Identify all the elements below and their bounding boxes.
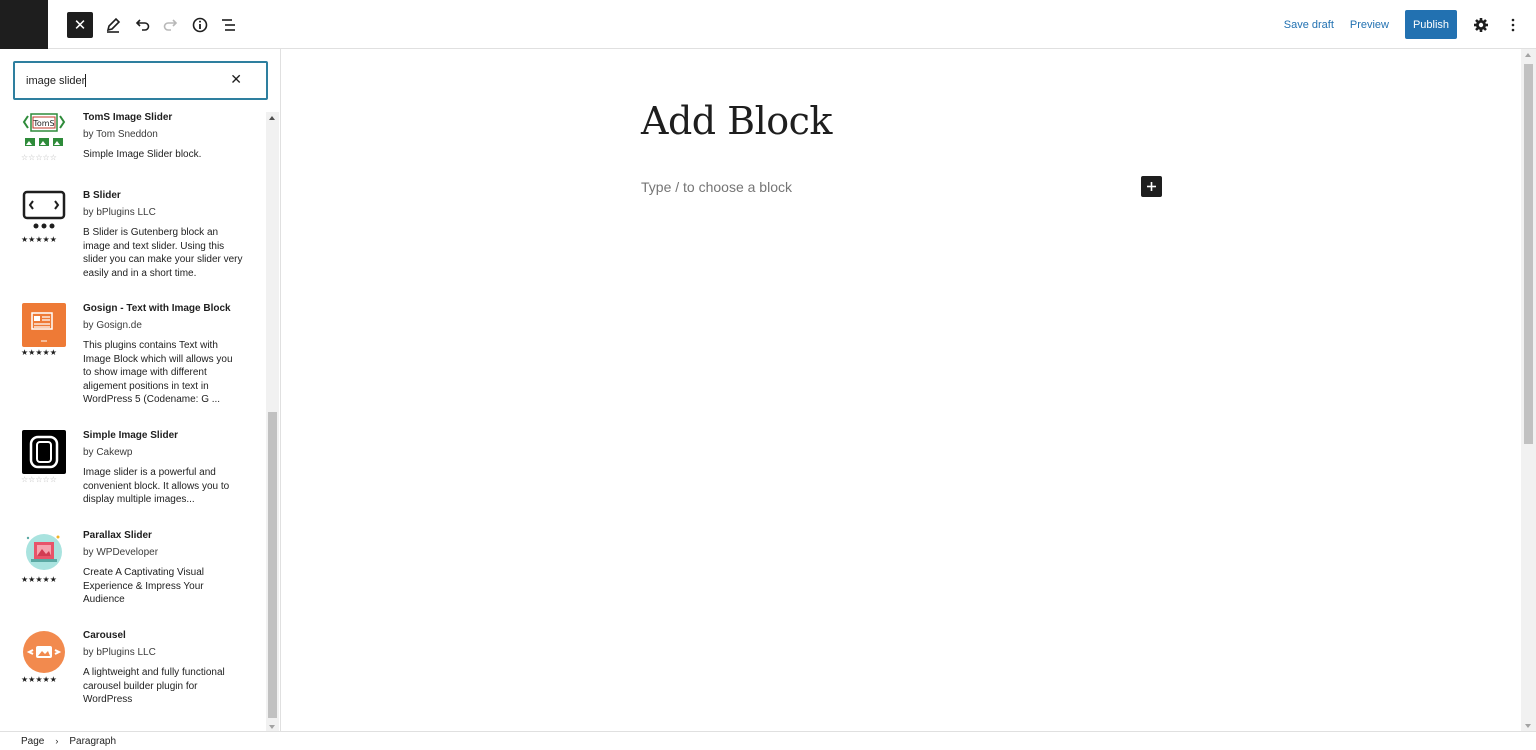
redo-button[interactable] [158, 12, 184, 38]
toms-slider-icon: TomS [22, 112, 66, 156]
block-placeholder[interactable]: Type / to choose a block [641, 179, 792, 195]
close-icon: ✕ [73, 17, 87, 34]
block-title: Gosign - Text with Image Block [83, 303, 231, 314]
chevron-right-icon: › [55, 736, 59, 746]
editor-canvas: Add Block Type / to choose a block [282, 49, 1522, 731]
results-scrollbar[interactable] [266, 112, 279, 731]
block-description: Simple Image Slider block. [83, 149, 202, 160]
scroll-down-arrow[interactable] [269, 725, 275, 729]
block-title: Simple Image Slider [83, 430, 179, 441]
svg-text:TomS: TomS [32, 119, 54, 128]
scroll-up-arrow[interactable] [1525, 53, 1531, 57]
text-caret [85, 74, 87, 87]
options-menu-button[interactable] [1501, 13, 1525, 37]
block-inserter-panel: image slider ✕ TomS ☆☆☆☆☆ TomS Image Sli… [0, 49, 281, 731]
clear-search-icon[interactable]: ✕ [230, 71, 242, 88]
block-search-input[interactable]: image slider [26, 75, 85, 87]
rating-stars: ☆☆☆☆☆ [21, 153, 57, 162]
scroll-down-arrow[interactable] [1525, 724, 1531, 728]
list-view-button[interactable] [216, 12, 242, 38]
block-author: by WPDeveloper [83, 547, 159, 558]
settings-button[interactable] [1469, 13, 1493, 37]
b-slider-icon [22, 190, 66, 234]
block-title: Parallax Slider [83, 530, 152, 541]
redo-icon [163, 19, 178, 31]
pencil-icon [106, 17, 121, 33]
block-author: by Tom Sneddon [83, 129, 158, 140]
block-author: by bPlugins LLC [83, 647, 156, 658]
editor-header: ✕ Save draft Preview Publish [0, 0, 1536, 49]
post-title[interactable]: Add Block [641, 99, 832, 143]
block-description: This plugins contains Text with Image Bl… [83, 340, 233, 406]
block-author: by bPlugins LLC [83, 207, 156, 218]
simple-slider-icon [22, 430, 66, 474]
block-search-field[interactable]: image slider ✕ [13, 61, 268, 100]
breadcrumb: Page › Paragraph [0, 731, 1536, 750]
rating-stars: ★★★★★ [21, 348, 57, 357]
rating-stars: ★★★★★ [21, 675, 57, 684]
block-title: Carousel [83, 630, 126, 641]
preview-button[interactable]: Preview [1350, 19, 1389, 31]
block-description: Create A Captivating Visual Experience &… [83, 567, 205, 606]
close-inserter-button[interactable]: ✕ [67, 12, 93, 38]
rating-stars: ★★★★★ [21, 235, 57, 244]
breadcrumb-item-paragraph[interactable]: Paragraph [69, 736, 116, 747]
details-button[interactable] [187, 12, 213, 38]
undo-button[interactable] [129, 12, 155, 38]
site-logo-button[interactable] [0, 0, 48, 49]
block-title: B Slider [83, 190, 121, 201]
save-draft-button[interactable]: Save draft [1284, 19, 1334, 31]
carousel-icon [22, 630, 66, 674]
rating-stars: ★★★★★ [21, 575, 57, 584]
info-icon [192, 17, 208, 33]
breadcrumb-item-page[interactable]: Page [21, 736, 44, 747]
block-description: Image slider is a powerful and convenien… [83, 467, 230, 506]
add-block-button[interactable] [1141, 176, 1162, 197]
undo-icon [135, 19, 150, 31]
kebab-menu-icon [1511, 18, 1515, 31]
scroll-up-arrow[interactable] [269, 116, 275, 120]
scrollbar-thumb[interactable] [1524, 64, 1533, 444]
block-author: by Cakewp [83, 447, 133, 458]
tools-button[interactable] [100, 12, 126, 38]
block-title: TomS Image Slider [83, 112, 173, 123]
gear-icon [1474, 17, 1488, 32]
rating-stars: ☆☆☆☆☆ [21, 475, 57, 484]
block-description: A lightweight and fully functional carou… [83, 667, 225, 706]
plus-icon [1147, 182, 1156, 191]
scrollbar-thumb[interactable] [268, 412, 277, 718]
list-view-icon [222, 19, 235, 31]
parallax-slider-icon [22, 530, 66, 574]
publish-button[interactable]: Publish [1405, 10, 1457, 39]
block-description: B Slider is Gutenberg block an image and… [83, 227, 243, 279]
block-author: by Gosign.de [83, 320, 142, 331]
editor-scrollbar[interactable] [1521, 49, 1536, 731]
gosign-icon [22, 303, 66, 347]
